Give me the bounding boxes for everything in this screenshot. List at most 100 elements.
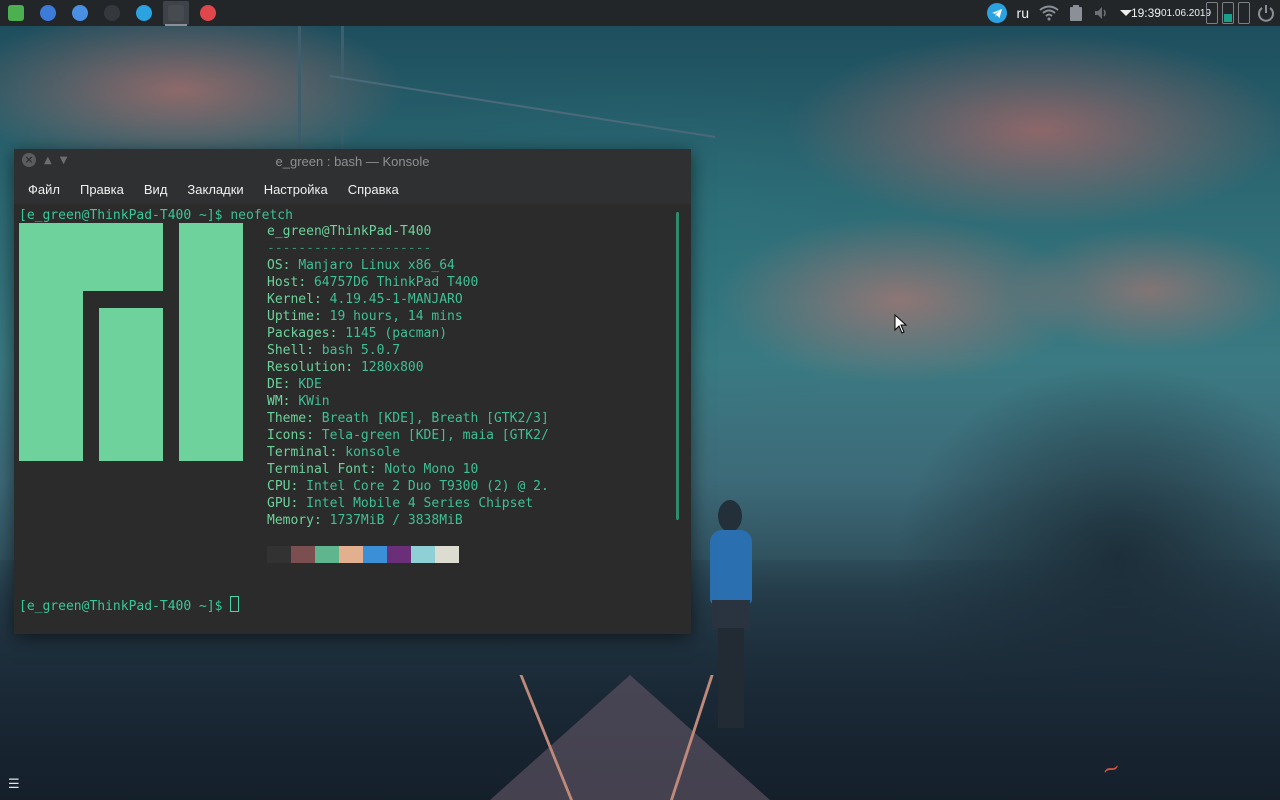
info-row: Packages: 1145 (pacman): [267, 325, 549, 342]
wallpaper-wire: [329, 75, 716, 138]
window-title: e_green : bash — Konsole: [275, 154, 430, 169]
info-row: GPU: Intel Mobile 4 Series Chipset: [267, 495, 549, 512]
info-key: CPU: [267, 479, 291, 494]
cpu-load-meter[interactable]: [1206, 2, 1218, 24]
palette-swatch: [435, 546, 459, 563]
minimize-chevron-down-icon[interactable]: ▼: [60, 155, 68, 166]
figure-head: [718, 500, 742, 532]
info-key: DE: [267, 377, 283, 392]
wallpaper-figure: [706, 500, 756, 740]
music-app-launcher[interactable]: [195, 1, 221, 25]
info-key: GPU: [267, 496, 291, 511]
clock-time: 19:39: [1130, 5, 1161, 20]
info-value: 1280x800: [360, 360, 424, 375]
wallpaper-pylon: [298, 25, 344, 150]
info-value: 64757D6 ThinkPad T400: [313, 275, 479, 290]
window-controls: × ▲ ▼: [22, 153, 67, 167]
terminal-line-command: [e_green@ThinkPad-T400 ~]$ neofetch: [19, 207, 293, 224]
menu-item-5[interactable]: Справка: [340, 182, 407, 197]
steam-icon: [104, 5, 120, 21]
power-button[interactable]: [1257, 4, 1275, 22]
figure-skirt: [712, 600, 750, 630]
memory-load-meter[interactable]: [1222, 2, 1234, 24]
palette-swatch: [267, 546, 291, 563]
battery-icon[interactable]: [1069, 5, 1083, 21]
terminal-scrollbar[interactable]: [676, 212, 679, 520]
info-row: DE: KDE: [267, 376, 549, 393]
info-colon: :: [290, 479, 307, 494]
menu-item-2[interactable]: Вид: [136, 182, 176, 197]
user-host: e_green@ThinkPad-T400: [267, 224, 432, 239]
volume-icon[interactable]: [1093, 5, 1109, 21]
maximize-chevron-up-icon[interactable]: ▲: [44, 155, 52, 166]
konsole-app-launcher[interactable]: [163, 1, 189, 26]
color-palette: [267, 546, 459, 563]
info-key: Terminal Font: [267, 462, 369, 477]
info-key: Theme: [267, 411, 307, 426]
menu-item-0[interactable]: Файл: [20, 182, 68, 197]
info-row: Uptime: 19 hours, 14 mins: [267, 308, 549, 325]
clock-date: 01.06.2019: [1160, 7, 1212, 19]
info-key: Uptime: [267, 309, 314, 324]
menu-item-3[interactable]: Закладки: [179, 182, 251, 197]
terminal-icon: [168, 5, 184, 21]
info-value: Intel Core 2 Duo T9300 (2) @ 2.: [306, 479, 549, 494]
info-key: OS: [267, 258, 283, 273]
info-colon: :: [306, 343, 322, 358]
browser-app-launcher[interactable]: [35, 1, 61, 25]
info-key: WM: [267, 394, 283, 409]
info-row: CPU: Intel Core 2 Duo T9300 (2) @ 2.: [267, 478, 549, 495]
info-colon: :: [290, 496, 307, 511]
menu-item-1[interactable]: Правка: [72, 182, 132, 197]
info-row: Memory: 1737MiB / 3838MiB: [267, 512, 549, 529]
telegram-icon: [136, 5, 152, 21]
command-text: neofetch: [230, 208, 293, 223]
info-row: Resolution: 1280x800: [267, 359, 549, 376]
info-value: KDE: [298, 377, 322, 392]
info-row: WM: KWin: [267, 393, 549, 410]
info-row: Terminal: konsole: [267, 444, 549, 461]
terminal-line-prompt: [e_green@ThinkPad-T400 ~]$: [19, 596, 240, 615]
separator-line: ---------------------: [267, 241, 432, 256]
swap-load-meter[interactable]: [1238, 2, 1250, 24]
info-value: konsole: [345, 445, 401, 460]
info-colon: :: [368, 462, 385, 477]
wifi-icon[interactable]: [1039, 5, 1059, 21]
keyboard-layout-indicator[interactable]: ru: [1017, 5, 1029, 21]
info-value: 19 hours, 14 mins: [329, 309, 463, 324]
info-colon: :: [329, 445, 346, 460]
office-app-launcher[interactable]: [3, 1, 29, 25]
logo-block-left: [19, 291, 83, 461]
system-tray: ru 19:39 01.06.2019: [982, 0, 1280, 26]
info-row: Theme: Breath [KDE], Breath [GTK2/3]: [267, 410, 549, 427]
info-colon: :: [298, 275, 314, 290]
neofetch-info: e_green@ThinkPad-T400 ------------------…: [267, 223, 549, 529]
window-titlebar[interactable]: × ▲ ▼ e_green : bash — Konsole: [14, 149, 691, 174]
menu-item-4[interactable]: Настройка: [256, 182, 336, 197]
logo-block-middle: [99, 308, 163, 461]
info-row: Terminal Font: Noto Mono 10: [267, 461, 549, 478]
info-value: 1737MiB / 3838MiB: [329, 513, 463, 528]
steam-app-launcher[interactable]: [99, 1, 125, 25]
headphones-icon: [200, 5, 216, 21]
info-colon: :: [313, 309, 330, 324]
info-value: Tela-green [KDE], maia [GTK2/: [321, 428, 549, 443]
info-value: bash 5.0.7: [321, 343, 401, 358]
close-button[interactable]: ×: [22, 153, 36, 167]
info-colon: :: [306, 428, 322, 443]
manjaro-logo: [19, 223, 243, 461]
terminal-view[interactable]: [e_green@ThinkPad-T400 ~]$ neofetch e_gr…: [14, 204, 691, 634]
info-key: Host: [267, 275, 299, 290]
chromium-app-launcher[interactable]: [67, 1, 93, 25]
info-colon: :: [313, 513, 330, 528]
info-key: Memory: [267, 513, 314, 528]
task-manager: [0, 0, 227, 26]
spreadsheet-icon: [8, 5, 24, 21]
logo-block-right: [179, 223, 243, 461]
info-row: OS: Manjaro Linux x86_64: [267, 257, 549, 274]
digital-clock[interactable]: 19:39 01.06.2019: [1131, 7, 1211, 19]
telegram-app-launcher[interactable]: [131, 1, 157, 25]
globe-icon: [40, 5, 56, 21]
hamburger-menu-icon[interactable]: ☰: [8, 777, 20, 792]
telegram-tray-icon[interactable]: [986, 3, 1007, 23]
